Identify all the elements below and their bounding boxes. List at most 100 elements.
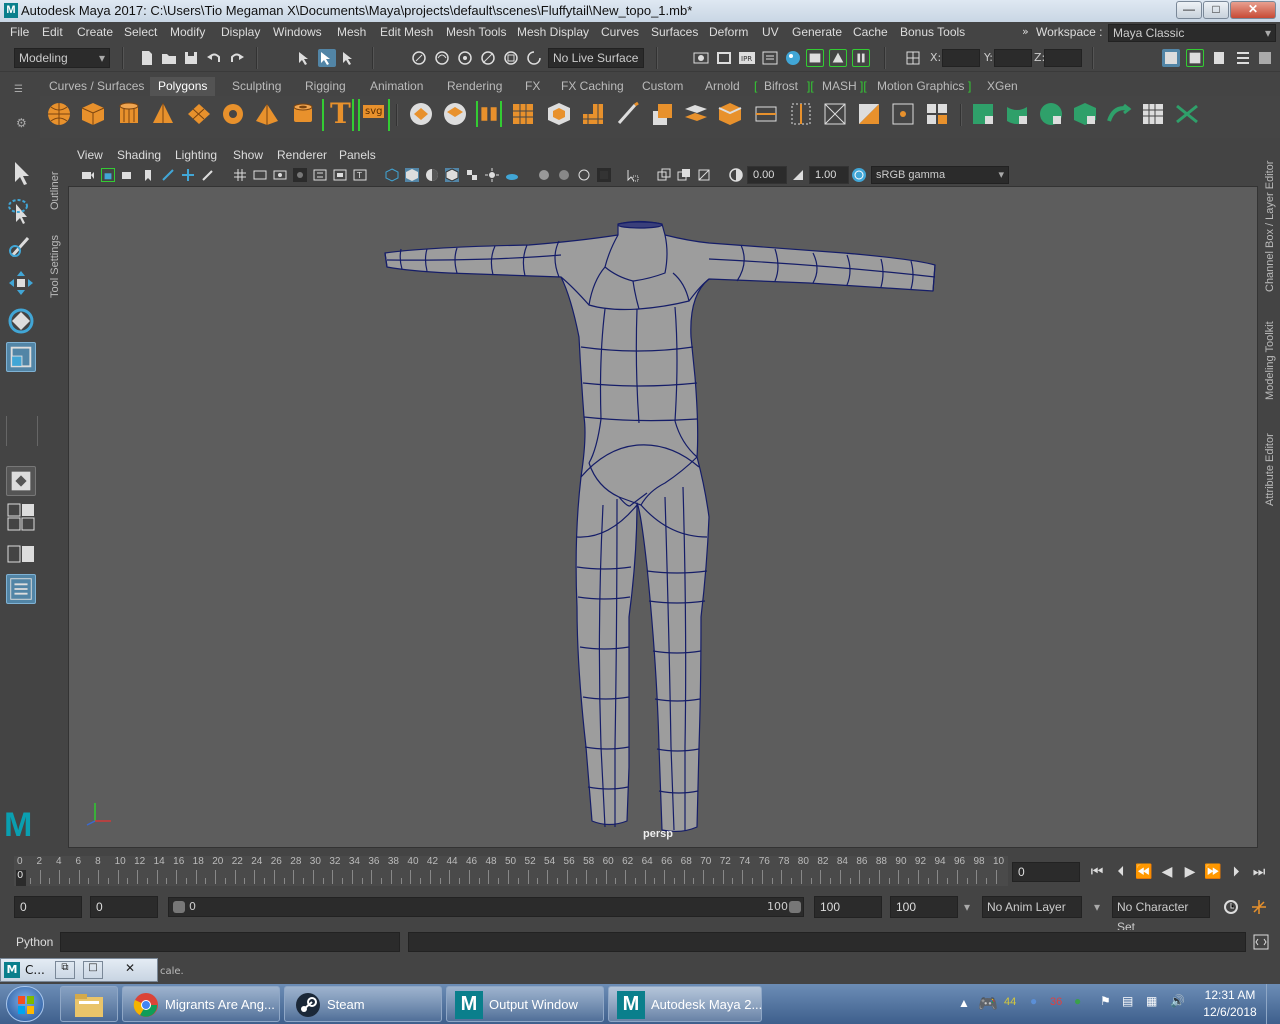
close-button[interactable]: ✕ [1230,1,1276,19]
combine-icon[interactable] [408,101,434,127]
menu-modify[interactable]: Modify [170,25,205,39]
single-pane-layout-icon[interactable] [6,466,36,496]
poly-cylinder-icon[interactable] [116,101,142,127]
default-material-icon[interactable] [425,168,439,182]
taskbar-chrome[interactable]: Migrants Are Ang... [122,986,280,1022]
x-field[interactable] [942,49,980,67]
menu-file[interactable]: File [10,25,29,39]
grid-icon[interactable] [233,168,247,182]
menu-windows[interactable]: Windows [273,25,322,39]
insert-edge-loop-icon[interactable] [753,101,779,127]
camera-lock-icon[interactable] [101,168,115,182]
step-forward-frame-icon[interactable]: ⏵ [1227,864,1245,880]
command-input[interactable] [60,932,400,952]
play-backwards-icon[interactable]: ◀ [1158,864,1176,880]
menu-deform[interactable]: Deform [709,25,748,39]
smooth-icon[interactable] [510,101,536,127]
live-surface-field[interactable]: No Live Surface [548,48,644,68]
remesh-icon[interactable] [580,101,606,127]
gamma-field[interactable]: 1.00 [809,166,849,184]
poly-pipe-icon[interactable] [290,101,316,127]
character-mesh[interactable] [69,187,1259,849]
viewport-menu-shading[interactable]: Shading [117,148,161,162]
y-field[interactable] [994,49,1032,67]
gamma-icon[interactable] [791,168,805,182]
transform-constraint-icon[interactable] [904,49,922,67]
maximize-button[interactable]: □ [83,961,103,979]
animation-start-field[interactable]: 0 [14,896,82,918]
minimize-button[interactable]: — [1176,1,1202,19]
camera-select-icon[interactable] [81,168,95,182]
use-all-lights-icon[interactable] [485,168,499,182]
outliner-layout-icon[interactable] [6,574,36,604]
lasso-tool-icon[interactable] [6,196,36,226]
tab-motion-graphics[interactable]: Motion Graphics [877,79,964,93]
uv-editor-icon[interactable] [1140,101,1166,127]
wireframe-icon[interactable] [385,168,399,182]
workspace-dropdown[interactable]: Maya Classic ▾ [1108,24,1276,42]
select-hierarchy-icon[interactable] [296,49,314,67]
menu-edit-mesh[interactable]: Edit Mesh [380,25,433,39]
tab-mash[interactable]: MASH [822,79,857,93]
viewport-menu-show[interactable]: Show [233,148,263,162]
menu-surfaces[interactable]: Surfaces [651,25,698,39]
target-weld-icon[interactable] [822,101,848,127]
exposure-icon[interactable] [729,168,743,182]
tab-modeling-toolkit[interactable]: Modeling Toolkit [1264,310,1276,400]
tab-fx[interactable]: FX [525,79,540,93]
viewport-menu-view[interactable]: View [77,148,103,162]
anim-layer-dropdown[interactable]: No Anim Layer [982,896,1082,918]
clock-time[interactable]: 12:31 AM [1202,988,1258,1002]
current-frame-field[interactable]: 0 [1012,862,1080,882]
tab-arnold[interactable]: Arnold [705,79,740,93]
perspective-viewport[interactable]: persp [68,186,1258,848]
shadows-icon[interactable] [505,168,519,182]
character-set-dropdown[interactable]: No Character Set [1112,896,1210,934]
film-gate-icon[interactable] [253,168,267,182]
svg-tool-icon[interactable]: svg [358,99,390,131]
2d-pan-zoom-icon[interactable] [181,168,195,182]
poly-torus-icon[interactable] [220,101,246,127]
show-hidden-icons-icon[interactable]: ▲ [958,996,970,1010]
select-tool-icon[interactable] [6,158,36,188]
two-pane-layout-icon[interactable] [6,540,36,570]
last-tool-slot[interactable] [6,416,38,446]
step-forward-key-icon[interactable]: ⏩ [1204,864,1222,880]
clock-date[interactable]: 12/6/2018 [1202,1005,1258,1019]
viewport-menu-renderer[interactable]: Renderer [277,148,327,162]
select-object-icon[interactable] [318,49,336,67]
menu-mesh-display[interactable]: Mesh Display [517,25,589,39]
save-scene-icon[interactable] [182,49,200,67]
menu-uv[interactable]: UV [762,25,779,39]
spherical-uv-icon[interactable] [1038,101,1064,127]
mirror-icon[interactable] [476,101,502,127]
show-desktop-button[interactable] [1266,984,1280,1024]
restore-button[interactable]: ⧉ [55,961,75,979]
menu-curves[interactable]: Curves [601,25,639,39]
action-center-flag-icon[interactable]: ⚑ [1100,994,1111,1008]
modeling-toolkit-toggle-icon[interactable] [1162,49,1180,67]
four-pane-layout-icon[interactable] [6,502,36,532]
paint-select-tool-icon[interactable] [6,232,36,262]
tab-bifrost[interactable]: Bifrost [764,79,798,93]
isolate-select-icon[interactable] [625,168,639,182]
xray-icon[interactable] [657,168,671,182]
bridge-icon[interactable] [683,101,709,127]
poly-cone-icon[interactable] [150,101,176,127]
attribute-editor-toggle-icon[interactable] [1186,49,1204,67]
wireframe-on-shaded-icon[interactable] [445,168,459,182]
tab-curves-surfaces[interactable]: Curves / Surfaces [49,79,144,93]
tab-polygons[interactable]: Polygons [150,77,216,96]
type-tool-icon[interactable]: T [322,97,354,131]
poly-plane-icon[interactable] [186,101,212,127]
range-slider[interactable]: 0 100 [168,897,804,917]
snap-point-icon[interactable] [456,49,474,67]
textured-icon[interactable] [465,168,479,182]
merge-icon[interactable] [856,101,882,127]
tray-green-icon[interactable]: ● [1074,994,1081,1008]
gear-icon[interactable]: ⚙ [16,116,27,130]
depth-of-field-icon[interactable] [597,168,611,182]
poly-cube-icon[interactable] [80,101,106,127]
tab-attribute-editor[interactable]: Attribute Editor [1264,422,1276,506]
network-icon[interactable]: ▦ [1146,994,1157,1008]
